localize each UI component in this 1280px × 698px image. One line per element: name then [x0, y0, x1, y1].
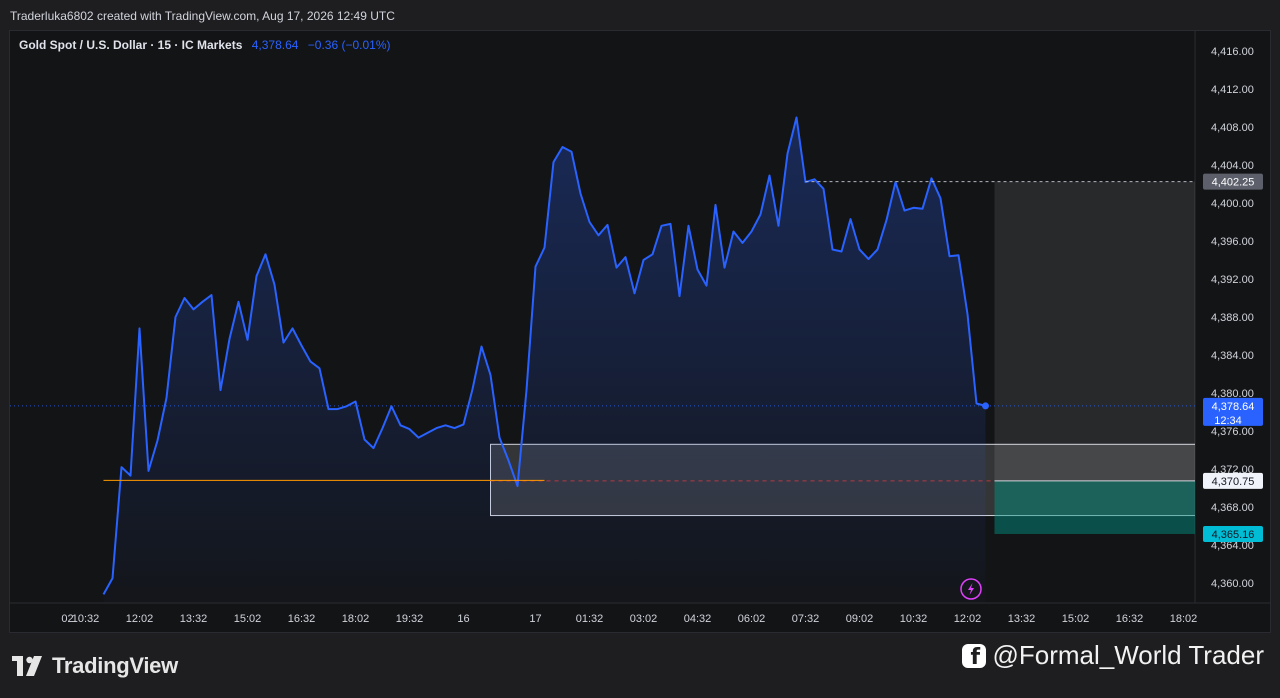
x-tick-label: 16:32: [1116, 613, 1144, 625]
last-price-dot: [982, 402, 989, 410]
legend-change: −0.36 (−0.01%): [307, 38, 391, 52]
x-tick-label: 12:02: [954, 613, 982, 625]
y-tick-label: 4,416.00: [1211, 46, 1254, 58]
x-tick-label: 10:32: [900, 613, 928, 625]
chart-legend[interactable]: Gold Spot / U.S. Dollar · 15 · IC Market…: [19, 38, 391, 52]
reward-zone[interactable]: [994, 480, 1202, 534]
y-tick-label: 4,384.00: [1211, 350, 1254, 362]
x-tick-label: 15:02: [234, 613, 262, 625]
y-tick-label: 4,376.00: [1211, 426, 1254, 438]
target-price-tag-label: 4,365.16: [1212, 529, 1255, 541]
x-tick-label: 13:32: [180, 613, 208, 625]
x-tick-label: 06:02: [738, 613, 766, 625]
x-tick-label: 18:02: [342, 613, 370, 625]
x-tick-label: 10:32: [72, 613, 100, 625]
tradingview-brand: TradingView: [52, 653, 178, 678]
y-tick-label: 4,388.00: [1211, 312, 1254, 324]
x-tick-label: 04:32: [684, 613, 712, 625]
x-tick-label: 17: [529, 613, 541, 625]
y-tick-label: 4,404.00: [1211, 160, 1254, 172]
x-tick-label: 01:32: [576, 613, 604, 625]
legend-price: 4,378.64: [251, 38, 299, 52]
author-handle[interactable]: f @Formal_World Trader: [962, 640, 1264, 671]
y-tick-label: 4,368.00: [1211, 502, 1254, 514]
x-tick-label: 07:32: [792, 613, 820, 625]
price-area: [103, 117, 986, 603]
y-tick-label: 4,396.00: [1211, 236, 1254, 248]
symbol-title: Gold Spot / U.S. Dollar · 15 · IC Market…: [19, 38, 243, 52]
y-tick-label: 4,392.00: [1211, 274, 1254, 286]
tradingview-logo[interactable]: TradingView: [12, 652, 178, 680]
stop-price-tag-label: 4,402.25: [1212, 177, 1255, 189]
x-tick-label: 18:02: [1170, 613, 1198, 625]
x-tick-label: 03:02: [630, 613, 658, 625]
x-tick-label: 12:02: [126, 613, 154, 625]
y-tick-label: 4,412.00: [1211, 84, 1254, 96]
author-handle-text: @Formal_World Trader: [992, 640, 1264, 670]
risk-zone[interactable]: [994, 181, 1202, 481]
y-tick-label: 4,360.00: [1211, 578, 1254, 590]
facebook-icon: f: [962, 643, 987, 670]
y-tick-label: 4,400.00: [1211, 198, 1254, 210]
x-tick-label: 09:02: [846, 613, 874, 625]
x-tick-label: 15:02: [1062, 613, 1090, 625]
current-price-tag-countdown: 12:34: [1214, 415, 1242, 427]
current-price-tag-label: 4,378.64: [1212, 401, 1255, 413]
x-tick-label: 19:32: [396, 613, 424, 625]
price-chart[interactable]: 4,416.00 4,412.00 4,408.00 4,404.00 4,400.00…: [0, 0, 1280, 698]
y-tick-label: 4,408.00: [1211, 122, 1254, 134]
entry-price-tag-label: 4,370.75: [1212, 476, 1255, 488]
tradingview-logo-icon: [12, 656, 46, 676]
x-tick-label: 13:32: [1008, 613, 1036, 625]
plot-area[interactable]: [10, 116, 1202, 604]
x-tick-label: 16: [457, 613, 469, 625]
x-tick-label: 16:32: [288, 613, 316, 625]
